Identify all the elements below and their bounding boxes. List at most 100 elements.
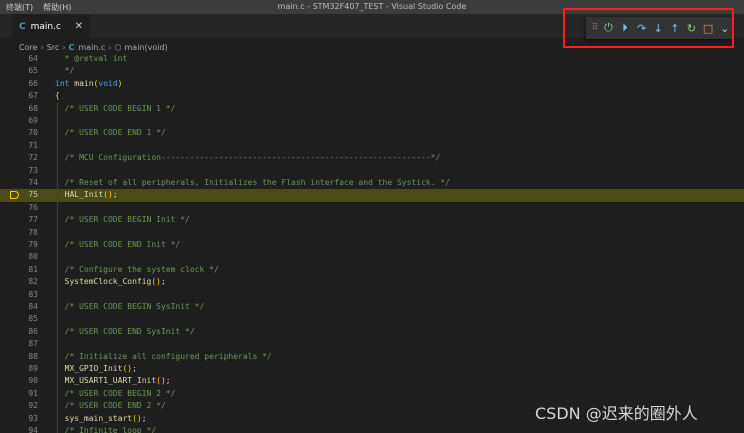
code-text: MX_GPIO_Init(); — [64, 364, 137, 373]
breadcrumb-item-file[interactable]: main.c — [78, 43, 105, 52]
code-line[interactable]: 69 — [0, 115, 744, 128]
code-line[interactable]: 71 — [0, 139, 744, 153]
watermark: CSDN @迟来的圈外人 — [535, 404, 698, 423]
code-line[interactable]: 70 /* USER CODE END 1 */ — [0, 127, 744, 140]
code-line[interactable]: 85 — [0, 313, 744, 326]
code-line[interactable]: 72 /* MCU Configuration-----------------… — [0, 152, 744, 165]
code-text: /* USER CODE BEGIN 2 */ — [55, 388, 176, 398]
line-number: 65 — [28, 66, 38, 76]
line-number: 88 — [28, 351, 38, 361]
code-text: sys_main_start(); — [64, 413, 147, 423]
code-line[interactable]: 79 /* USER CODE END Init */ — [0, 239, 744, 252]
code-text: /* USER CODE END 1 */ — [55, 128, 166, 138]
indent-guide — [57, 288, 58, 301]
line-number: 79 — [28, 240, 38, 249]
code-text: int main(void) — [55, 78, 123, 88]
line-number: 64 — [28, 54, 38, 63]
code-line[interactable]: 75 HAL_Init(); — [0, 189, 744, 202]
line-number: 73 — [28, 165, 38, 175]
line-number: 71 — [28, 140, 38, 150]
cube-icon: ⬡ — [114, 42, 122, 52]
code-text: /* Infinite loop */ — [55, 426, 157, 433]
code-line[interactable]: 66 int main(void) — [0, 78, 744, 90]
code-line[interactable]: 94 /* Infinite loop */ — [0, 425, 744, 433]
line-number: 87 — [28, 339, 38, 349]
code-line[interactable]: 68 /* USER CODE BEGIN 1 */ — [0, 102, 744, 115]
line-number: 69 — [28, 116, 38, 125]
code-text: * @retval int — [55, 54, 128, 63]
code-line[interactable]: 67 { — [0, 90, 744, 102]
line-number: 74 — [28, 178, 38, 187]
breadcrumb-item-src[interactable]: Src — [47, 43, 60, 52]
line-number: 83 — [28, 289, 38, 299]
line-number: 78 — [28, 227, 38, 237]
code-text: /* Configure the system clock */ — [55, 264, 219, 274]
code-text: SystemClock_Config(); — [64, 277, 166, 287]
indent-guide — [57, 115, 58, 128]
code-text: /* USER CODE BEGIN SysInit */ — [55, 302, 205, 311]
code-line[interactable]: 91 /* USER CODE BEGIN 2 */ — [0, 387, 744, 401]
line-number: 94 — [28, 426, 38, 433]
code-line[interactable]: 82 SystemClock_Config(); — [0, 276, 744, 289]
code-text: /* USER CODE BEGIN 1 */ — [55, 103, 176, 113]
line-number: 86 — [28, 326, 38, 336]
code-line[interactable]: 77 /* USER CODE BEGIN Init */ — [0, 214, 744, 227]
code-line[interactable]: 87 — [0, 338, 744, 351]
code-line[interactable]: 89 MX_GPIO_Init(); — [0, 363, 744, 376]
line-number: 93 — [28, 413, 38, 423]
tab-main-c[interactable]: C main.c ✕ — [12, 14, 90, 38]
code-text: HAL_Init(); — [64, 190, 118, 200]
code-line[interactable]: 86 /* USER CODE END SysInit */ — [0, 325, 744, 339]
breadcrumb: Core › Src › C main.c › ⬡ main(void) — [19, 40, 168, 54]
code-text: /* USER CODE END Init */ — [55, 240, 181, 249]
code-text: /* USER CODE BEGIN Init */ — [55, 215, 190, 225]
line-number: 91 — [28, 388, 38, 398]
indent-guide — [57, 139, 58, 153]
code-line[interactable]: 74 /* Reset of all peripherals, Initiali… — [0, 177, 744, 190]
code-text: /* Reset of all peripherals, Initializes… — [55, 178, 450, 187]
c-file-icon: C — [19, 21, 26, 32]
chevron-right-icon: › — [62, 42, 66, 52]
c-file-icon: C — [68, 42, 75, 52]
line-number: 68 — [28, 103, 38, 113]
line-number: 80 — [28, 252, 38, 262]
line-number: 67 — [28, 91, 38, 101]
code-line[interactable]: 78 — [0, 226, 744, 239]
code-line[interactable]: 73 — [0, 164, 744, 177]
code-text: MX_USART1_UART_Init(); — [64, 376, 171, 386]
code-text: /* USER CODE END 2 */ — [55, 401, 166, 411]
code-line[interactable]: 90 MX_USART1_UART_Init(); — [0, 375, 744, 388]
highlight-annotation-box — [563, 8, 734, 48]
chevron-right-icon: › — [40, 42, 44, 52]
indent-guide — [57, 164, 58, 177]
breadcrumb-item-core[interactable]: Core — [19, 43, 38, 52]
code-line[interactable]: 80 — [0, 251, 744, 264]
line-number: 85 — [28, 314, 38, 324]
code-line[interactable]: 64 * @retval int — [0, 53, 744, 65]
close-icon[interactable]: ✕ — [75, 21, 83, 32]
code-line[interactable]: 84 /* USER CODE BEGIN SysInit */ — [0, 301, 744, 314]
line-number: 66 — [28, 78, 38, 88]
breadcrumb-item-symbol[interactable]: main(void) — [125, 43, 168, 52]
code-line[interactable]: 83 — [0, 288, 744, 301]
line-number: 76 — [28, 202, 38, 212]
line-number: 92 — [28, 401, 38, 411]
code-text: */ — [55, 66, 75, 76]
code-text: /* USER CODE END SysInit */ — [55, 326, 195, 336]
code-text: { — [55, 91, 60, 101]
code-editor[interactable]: 64 * @retval int 65 */66 int main(void) 67{… — [0, 53, 744, 433]
code-text: /* Initialize all configured peripherals… — [55, 351, 272, 361]
code-line[interactable]: 65 */ — [0, 65, 744, 77]
line-number: 89 — [28, 364, 38, 373]
indent-guide — [57, 313, 58, 326]
line-number: 81 — [28, 264, 38, 274]
indent-guide — [57, 201, 58, 215]
code-line[interactable]: 81 /* Configure the system clock */ — [0, 263, 744, 277]
chevron-right-icon: › — [108, 42, 112, 52]
indent-guide — [57, 338, 58, 351]
code-line[interactable]: 76 — [0, 201, 744, 215]
line-number: 75 — [28, 190, 38, 200]
code-line[interactable]: 88 /* Initialize all configured peripher… — [0, 350, 744, 363]
code-text: /* MCU Configuration--------------------… — [55, 153, 441, 163]
line-number: 70 — [28, 128, 38, 138]
